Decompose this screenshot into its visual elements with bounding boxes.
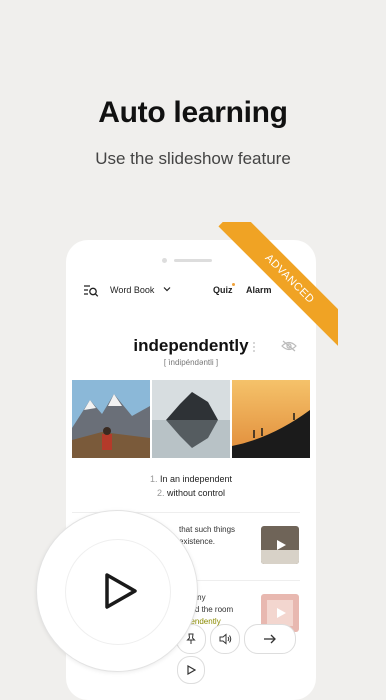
lake-reflection-image[interactable] xyxy=(152,380,230,458)
word-images xyxy=(72,380,310,458)
chevron-down-icon[interactable] xyxy=(162,284,172,294)
example-sentence-1: that such things existence. xyxy=(179,525,236,546)
promo-headline: Auto learning xyxy=(98,96,288,129)
wordbook-dropdown[interactable]: Word Book xyxy=(110,285,154,295)
ribbon-wrap: ADVANCED xyxy=(214,222,338,346)
next-word-button[interactable] xyxy=(244,624,296,654)
slideshow-play-button[interactable] xyxy=(36,510,198,672)
mountain-hiker-image[interactable] xyxy=(72,380,150,458)
play-button-small[interactable] xyxy=(177,656,205,684)
menu-search-icon[interactable] xyxy=(83,284,99,298)
definition-item: 1. In an independent xyxy=(149,474,233,484)
play-icon xyxy=(187,665,196,675)
advanced-ribbon: ADVANCED xyxy=(218,222,338,346)
example-video-thumbnail-1[interactable] xyxy=(261,526,299,564)
definitions-list: 1. In an independent 2. without control xyxy=(66,472,316,500)
speaker-icon xyxy=(219,633,231,645)
definition-item: 2. without control xyxy=(156,488,226,498)
pin-icon xyxy=(186,633,196,644)
speaker-slot xyxy=(174,259,212,262)
sunset-hill-image[interactable] xyxy=(232,380,310,458)
camera-dot xyxy=(162,258,167,263)
pronounce-button[interactable] xyxy=(210,624,240,654)
pronunciation: [ ìndipéndəntli ] xyxy=(163,358,219,367)
arrow-right-icon xyxy=(264,634,276,644)
promo-subhead: Use the slideshow feature xyxy=(95,149,291,168)
play-icon xyxy=(105,573,137,609)
